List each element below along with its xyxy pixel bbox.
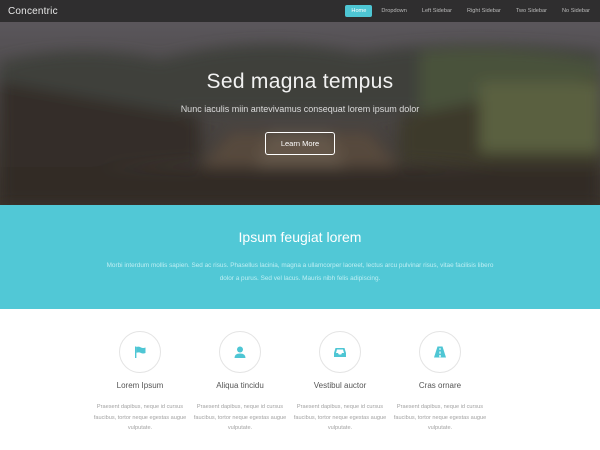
feature-title: Lorem Ipsum [116, 381, 164, 390]
nav-no-sidebar[interactable]: No Sidebar [556, 5, 596, 17]
nav-dropdown[interactable]: Dropdown [375, 5, 413, 17]
user-icon [234, 346, 246, 358]
feature-text: Praesent dapibus, neque id cursus faucib… [393, 404, 487, 431]
learn-more-button[interactable]: Learn More [265, 132, 335, 155]
flag-icon [135, 346, 146, 358]
nav-two-sidebar[interactable]: Two Sidebar [510, 5, 553, 17]
highlight-section: Ipsum feugiat lorem Morbi interdum molli… [0, 205, 600, 309]
feature-text: Praesent dapibus, neque id cursus faucib… [93, 404, 187, 431]
nav-left-sidebar[interactable]: Left Sidebar [416, 5, 458, 17]
nav-right-sidebar[interactable]: Right Sidebar [461, 5, 507, 17]
banner-title: Sed magna tempus [206, 70, 394, 93]
feature-text: Praesent dapibus, neque id cursus faucib… [293, 404, 387, 431]
feature-text: Praesent dapibus, neque id cursus faucib… [193, 404, 287, 431]
feature-title: Cras ornare [418, 381, 462, 390]
features-section: Lorem Ipsum Praesent dapibus, neque id c… [0, 309, 600, 450]
feature-icon-circle [219, 331, 261, 373]
banner-subtitle: Nunc iaculis miin antevivamus consequat … [180, 104, 420, 114]
top-navbar: Concentric Home Dropdown Left Sidebar Ri… [0, 0, 600, 22]
highlight-text: Morbi interdum mollis sapien. Sed ac ris… [106, 262, 494, 282]
inbox-icon [334, 348, 346, 357]
site-logo[interactable]: Concentric [0, 6, 58, 17]
nav-home[interactable]: Home [345, 5, 373, 17]
feature-icon-circle [119, 331, 161, 373]
hero-banner: Sed magna tempus Nunc iaculis miin antev… [0, 22, 600, 205]
feature-icon-circle [319, 331, 361, 373]
feature-title: Vestibul auctor [313, 381, 367, 390]
feature-title: Aliqua tincidu [216, 381, 264, 390]
road-icon [434, 346, 446, 358]
main-nav: Home Dropdown Left Sidebar Right Sidebar… [342, 0, 600, 22]
banner-content: Sed magna tempus Nunc iaculis miin antev… [0, 22, 600, 205]
highlight-title: Ipsum feugiat lorem [238, 229, 362, 245]
feature-icon-circle [419, 331, 461, 373]
